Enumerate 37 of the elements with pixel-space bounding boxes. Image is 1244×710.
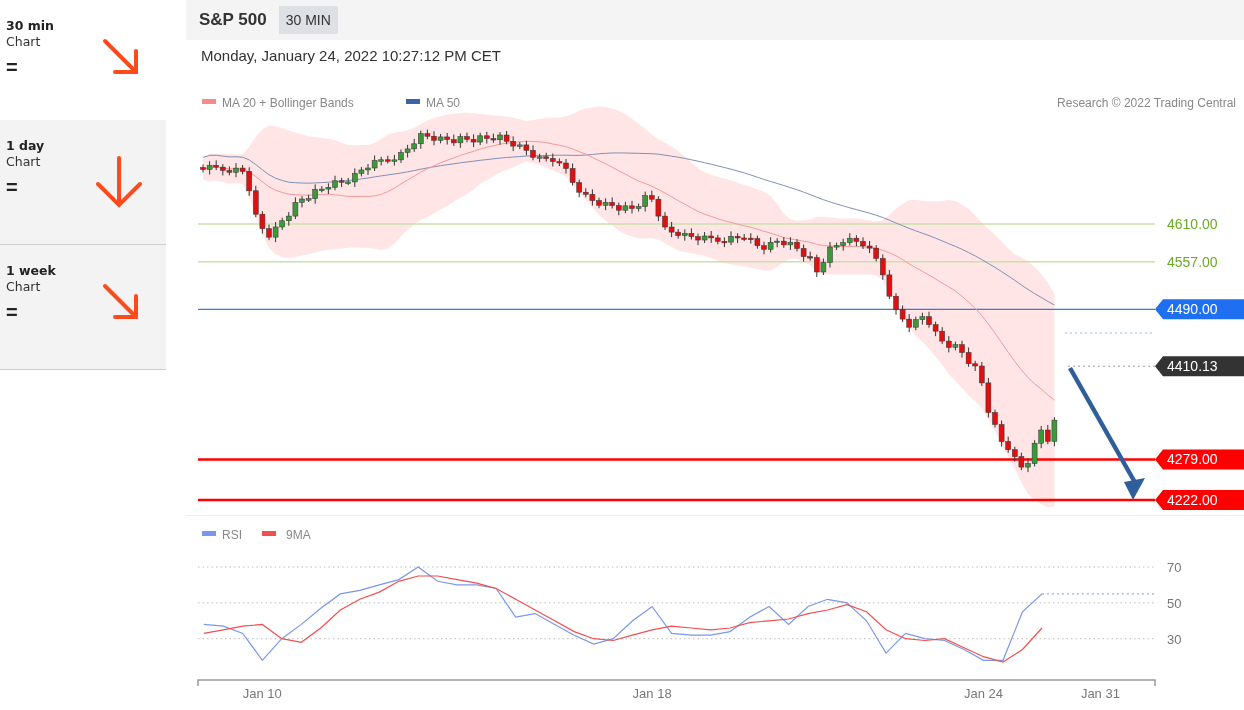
timeframe-subtitle: Chart [6,154,42,170]
arrow-down-right-icon [102,38,140,76]
timestamp: Monday, January 24, 2022 10:27:12 PM CET [200,46,502,66]
legend-label: 9MA [286,528,311,542]
timeframe-item[interactable]: 1 week Chart = [0,245,166,370]
timeframe-subtitle: Chart [6,34,42,50]
credit-text: Research © 2022 Trading Central [1057,96,1236,110]
axis-tick-label: Jan 31 [1080,686,1120,701]
axis-tick-label: 30 [1167,631,1182,647]
instrument-title: S&P 500 [199,10,267,30]
signal-text: = [6,56,19,78]
axis-tick-label: Jan 18 [632,686,672,701]
axis-tick-label: 70 [1167,560,1182,575]
legend-label: MA 20 + Bollinger Bands [222,96,354,110]
legend-label: RSI [222,528,242,542]
price-tag: 4279.00 [1155,449,1244,470]
arrow-down-icon [96,156,142,208]
interval-badge: 30 MIN [278,6,338,34]
axis-tick-label: Jan 24 [963,686,1003,701]
axis-tick-label: Jan 10 [242,686,282,701]
price-tag: 4222.00 [1155,490,1244,510]
timeframe-title: 1 week [6,263,57,279]
signal-text: = [6,301,19,323]
arrow-down-right-icon [102,283,140,321]
timeframe-title: 30 min [6,18,55,34]
timeframe-item[interactable]: 1 day Chart = [0,120,166,245]
level-label: 4610.00 [1167,216,1218,232]
price-tag: 4490.00 [1155,299,1244,320]
price-tag: 4410.13 [1155,356,1244,377]
legend-label: MA 50 [426,96,461,110]
level-label: 4557.00 [1167,253,1218,270]
timeframe-title: 1 day [6,138,46,154]
signal-text: = [6,176,19,198]
timeframe-subtitle: Chart [6,279,42,295]
legend-swatch [202,531,216,536]
legend-swatch [262,531,276,536]
axis-tick-label: 50 [1167,595,1182,611]
